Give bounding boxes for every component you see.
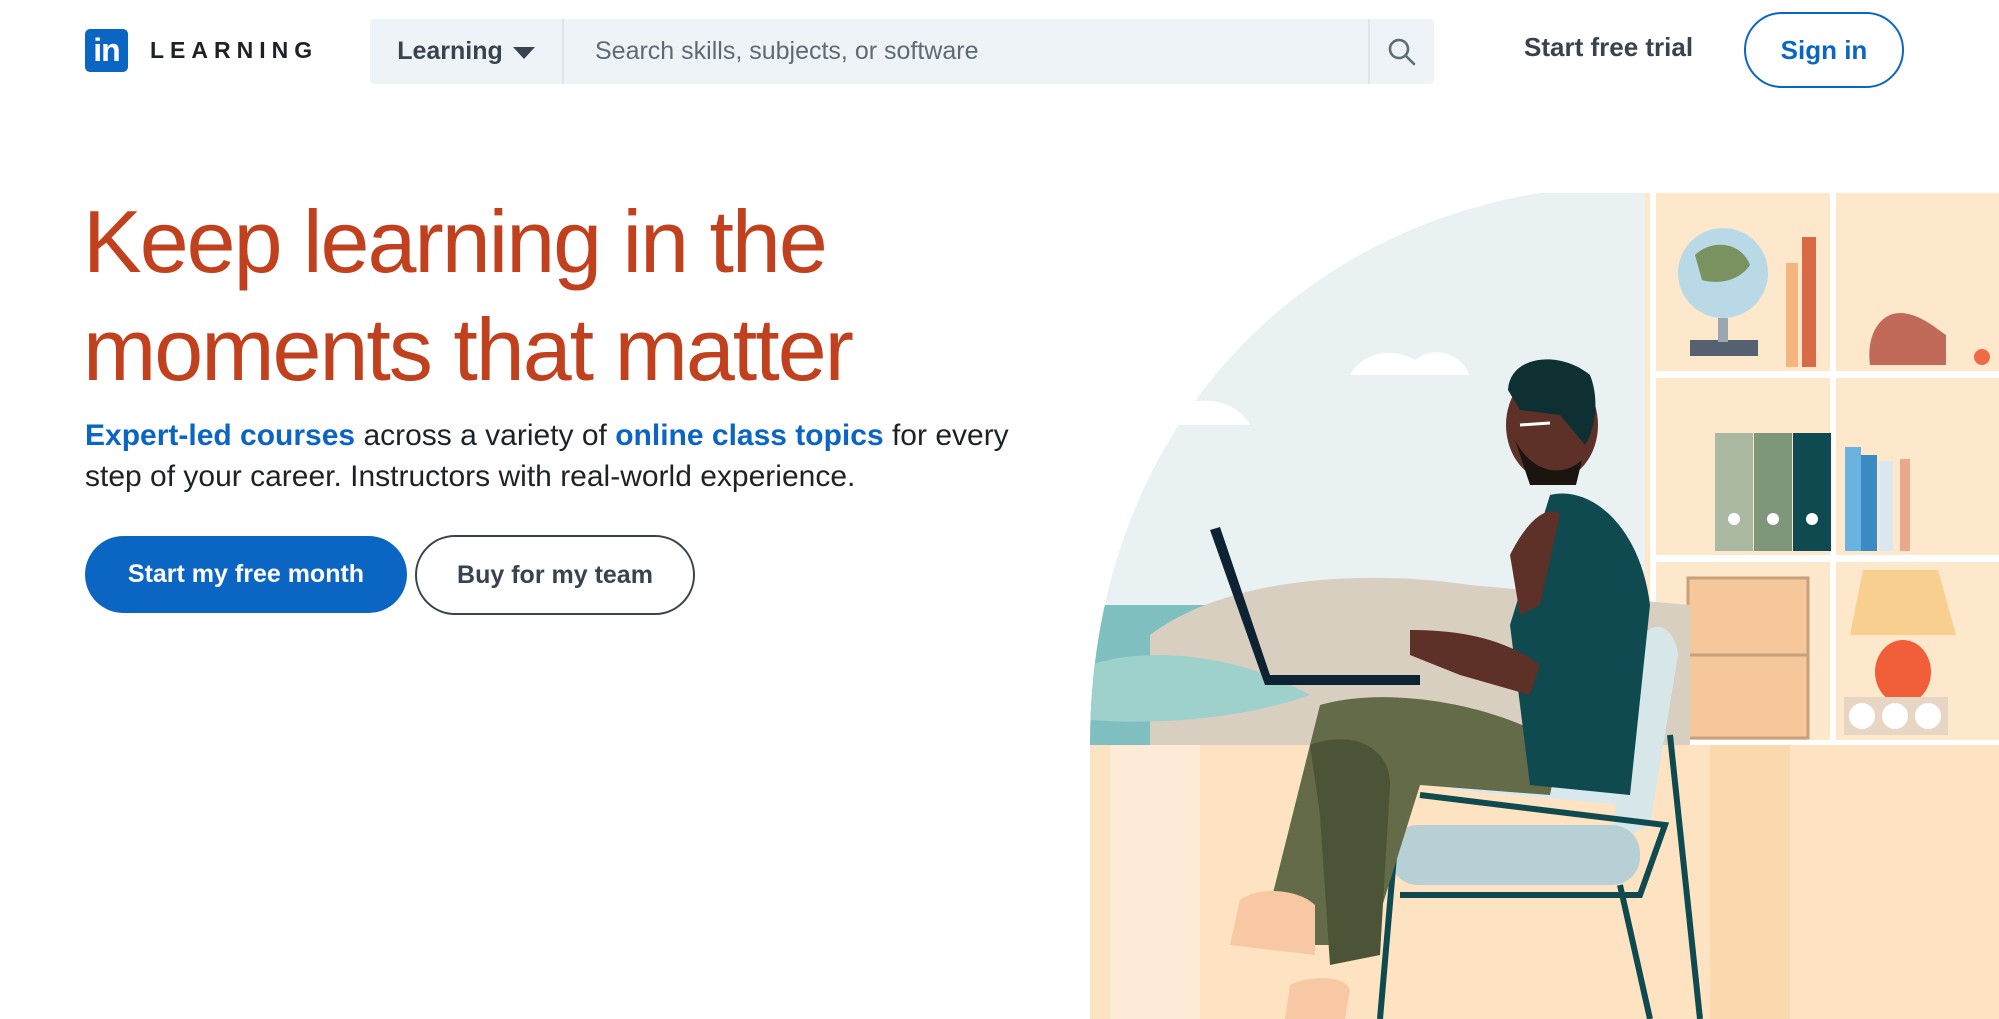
search-scope-dropdown[interactable]: Learning	[370, 19, 564, 84]
hero-headline: Keep learning in the moments that matter	[83, 192, 854, 399]
logo-wordmark: LEARNING	[150, 37, 319, 63]
caret-down-icon	[512, 47, 535, 59]
search-button[interactable]	[1368, 19, 1434, 84]
search-icon	[1388, 38, 1416, 65]
search-scope-label: Learning	[397, 37, 503, 65]
search-input[interactable]	[564, 21, 1368, 82]
start-free-month-button[interactable]: Start my free month	[85, 536, 407, 613]
search-bar: Learning	[370, 19, 1434, 84]
linkedin-learning-logo[interactable]: in LEARNING	[85, 29, 318, 72]
person-with-laptop-illustration	[1090, 193, 1999, 1019]
subtext-part-1: across a variety of	[355, 419, 616, 452]
linkedin-logo-icon: in	[85, 29, 128, 72]
buy-for-team-button[interactable]: Buy for my team	[415, 535, 695, 615]
expert-led-courses-link[interactable]: Expert-led courses	[85, 419, 355, 452]
online-class-topics-link[interactable]: online class topics	[615, 419, 883, 452]
site-header: in LEARNING Learning Start free trial Si…	[0, 0, 1999, 105]
start-free-trial-link[interactable]: Start free trial	[1524, 32, 1693, 63]
hero-subtext: Expert-led courses across a variety of o…	[85, 415, 1025, 497]
sign-in-button[interactable]: Sign in	[1744, 12, 1904, 88]
